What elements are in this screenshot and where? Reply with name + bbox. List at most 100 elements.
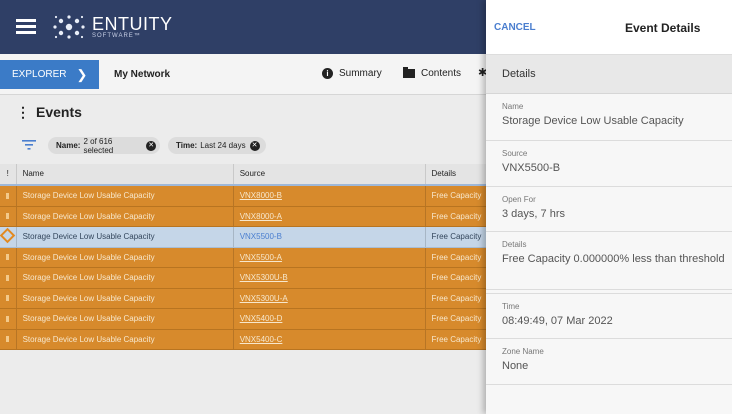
events-header: ⋮ Events [0,98,486,126]
chip-key: Time: [176,141,198,150]
column-header-details[interactable]: Details [426,164,486,184]
panel-header: CANCEL Event Details [486,0,732,55]
table-row-selected[interactable]: Storage Device Low Usable Capacity VNX55… [0,227,486,248]
close-icon[interactable]: ✕ [146,140,156,151]
event-source-link[interactable]: VNX5300U-A [234,288,426,308]
severity-cell [0,309,17,329]
filter-chip-time[interactable]: Time: Last 24 days ✕ [168,137,266,154]
event-name: Storage Device Low Usable Capacity [17,227,234,247]
event-source-link[interactable]: VNX5300U-B [234,268,426,288]
table-row[interactable]: Storage Device Low Usable Capacity VNX53… [0,288,486,309]
table-row[interactable]: Storage Device Low Usable Capacity VNX54… [0,329,486,350]
chip-key: Name: [56,141,81,150]
column-header-source[interactable]: Source [234,164,426,184]
event-details: Free Capacity [431,211,482,221]
explorer-label: EXPLORER [12,69,67,80]
severity-icon [6,192,10,199]
chip-value: Last 24 days [200,141,246,150]
explorer-button[interactable]: EXPLORER ❯ [0,60,99,89]
event-source-link[interactable]: VNX5500-A [234,247,426,267]
field-details: Details Free Capacity 0.000000% less tha… [486,232,732,290]
severity-icon [6,274,10,281]
event-source-link[interactable]: VNX5500-B [234,227,426,247]
filter-chip-name[interactable]: Name: 2 of 616 selected ✕ [48,137,160,155]
folder-icon [403,67,415,78]
cancel-button[interactable]: CANCEL [494,22,536,33]
event-name: Storage Device Low Usable Capacity [17,329,234,349]
filter-icon[interactable] [22,139,36,151]
severity-cell [0,288,17,308]
severity-icon [6,336,10,343]
table-row[interactable]: Storage Device Low Usable Capacity VNX55… [0,247,486,268]
severity-cell [0,186,17,206]
panel-title: Event Details [625,21,701,35]
column-header-severity[interactable]: ! [0,164,17,184]
field-open-for: Open For 3 days, 7 hrs [486,187,732,232]
severity-cell [0,247,17,267]
summary-link[interactable]: i Summary [322,68,382,79]
field-value: Storage Device Low Usable Capacity [502,115,684,127]
page-title: Events [36,104,82,120]
table-header: ! Name Source Details [0,164,486,186]
event-name: Storage Device Low Usable Capacity [17,247,234,267]
chevron-right-icon: ❯ [76,66,88,82]
field-time: Time 08:49:49, 07 Mar 2022 [486,293,732,339]
field-label: Name [502,102,524,111]
table-row[interactable]: Storage Device Low Usable Capacity VNX54… [0,309,486,330]
field-zone-name: Zone Name None [486,339,732,385]
field-value: 3 days, 7 hrs [502,208,565,220]
event-name: Storage Device Low Usable Capacity [17,268,234,288]
filter-bar: Name: 2 of 616 selected ✕ Time: Last 24 … [0,134,486,158]
contents-link[interactable]: Contents [403,67,462,79]
brand-logo: ENTUITY SOFTWARE™ [52,11,173,43]
event-details: Free Capacity [431,232,482,241]
summary-label: Summary [339,68,382,79]
severity-icon [6,213,10,220]
event-details: Free Capacity [431,334,482,344]
table-row[interactable]: Storage Device Low Usable Capacity VNX80… [0,186,486,207]
field-label: Details [502,240,527,249]
event-name: Storage Device Low Usable Capacity [17,288,234,308]
event-details: Free Capacity [431,273,482,282]
event-name: Storage Device Low Usable Capacity [17,186,234,206]
field-label: Time [502,302,520,311]
event-details: Free Capacity [431,314,482,323]
entuity-logo-icon [53,15,85,39]
severity-icon [6,315,10,322]
severity-cell [0,329,17,349]
contents-label: Contents [421,68,462,79]
field-source: Source VNX5500-B [486,141,732,187]
field-name: Name Storage Device Low Usable Capacity [486,94,732,141]
brand-name: ENTUITY [92,14,173,34]
breadcrumb-network[interactable]: My Network [114,69,170,80]
nav-bar: EXPLORER ❯ My Network i Summary Contents… [0,54,487,95]
events-table: ! Name Source Details Storage Device Low… [0,164,486,350]
event-details: Free Capacity [431,293,482,303]
event-source-link[interactable]: VNX5400-C [234,329,426,349]
table-row[interactable]: Storage Device Low Usable Capacity VNX80… [0,206,486,227]
warning-diamond-icon [0,228,16,244]
field-label: Zone Name [502,347,544,356]
severity-cell [0,268,17,288]
field-value: Free Capacity 0.000000% less than thresh… [502,253,725,265]
event-details-panel: CANCEL Event Details Details Name Storag… [486,0,732,414]
info-icon: i [322,68,333,79]
event-source-link[interactable]: VNX8000-A [234,206,426,226]
field-value: VNX5500-B [502,162,561,174]
menu-icon[interactable] [16,19,36,35]
severity-icon [6,254,10,261]
event-source-link[interactable]: VNX5400-D [234,309,426,329]
table-row[interactable]: Storage Device Low Usable Capacity VNX53… [0,268,486,289]
more-vertical-icon[interactable]: ⋮ [16,104,30,121]
event-details: Free Capacity [431,252,482,262]
field-label: Open For [502,195,536,204]
column-header-name[interactable]: Name [17,164,234,184]
severity-icon [6,295,10,302]
field-value: None [502,360,529,372]
field-label: Source [502,149,528,158]
event-details: Free Capacity [431,191,482,200]
close-icon[interactable]: ✕ [249,140,260,151]
severity-cell [0,206,17,226]
event-source-link[interactable]: VNX8000-B [234,186,426,206]
event-name: Storage Device Low Usable Capacity [17,309,234,329]
